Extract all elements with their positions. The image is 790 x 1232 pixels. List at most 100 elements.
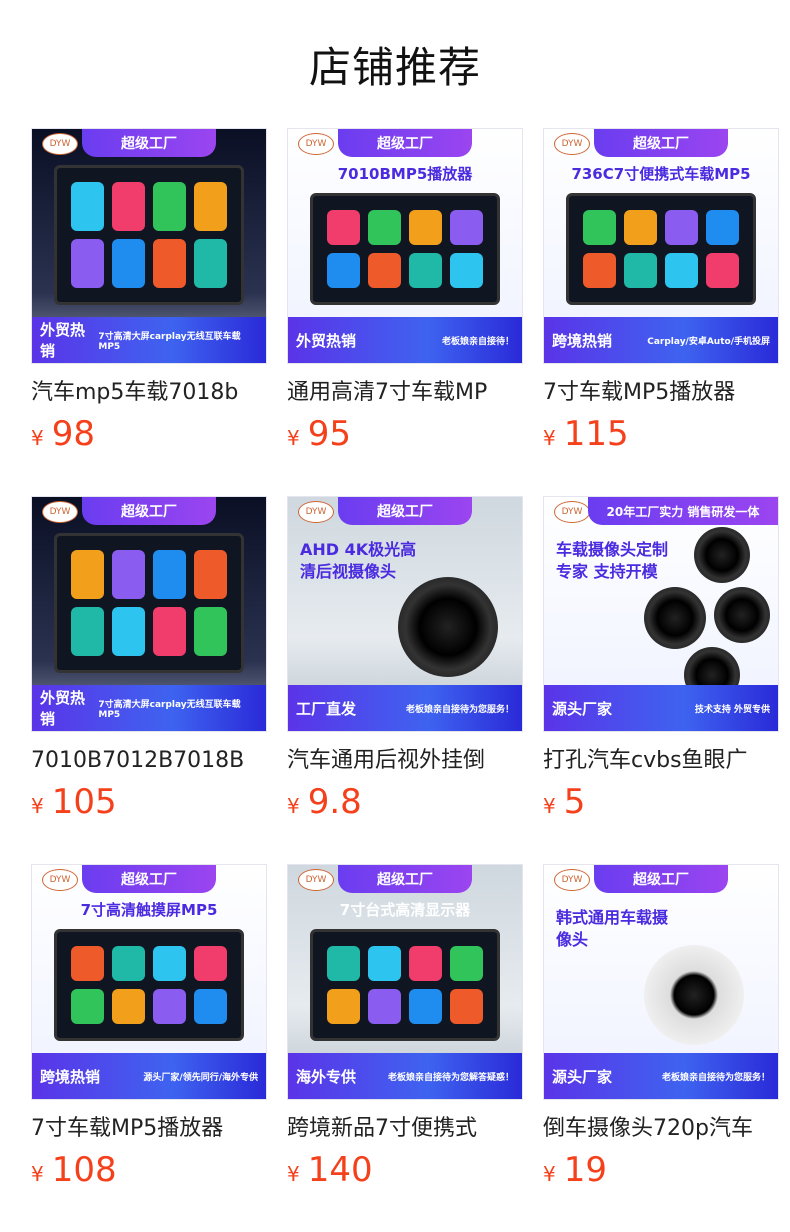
product-title[interactable]: 倒车摄像头720p汽车 <box>543 1114 779 1144</box>
promo-label: 跨境热销 <box>552 331 613 350</box>
product-card[interactable]: DYW 超级工厂 7寸台式高清显示器 海外专供 老板娘亲自接待为您解答疑惑！ 跨境新品7寸… <box>287 864 523 1232</box>
product-title[interactable]: 跨境新品7寸便携式 <box>287 1114 523 1144</box>
product-image[interactable]: DYW 超级工厂 7寸台式高清显示器 海外专供 老板娘亲自接待为您解答疑惑！ <box>287 864 523 1100</box>
factory-badge: 20年工厂实力 销售研发一体 <box>588 497 778 525</box>
app-tile-icon <box>194 989 227 1024</box>
app-tile-icon <box>409 946 442 981</box>
app-tile-icon <box>665 253 698 288</box>
product-title[interactable]: 通用高清7寸车载MP <box>287 378 523 408</box>
promo-tagline: 老板娘亲自接待为您服务！ <box>661 1072 770 1083</box>
product-image[interactable]: DYW 超级工厂 外贸热销 7寸高清大屏carplay无线互联车载MP5 <box>31 496 267 732</box>
app-tile-icon <box>706 253 739 288</box>
app-tile-icon <box>583 210 616 245</box>
product-title[interactable]: 汽车通用后视外挂倒 <box>287 746 523 776</box>
product-price: ¥108 <box>31 1150 267 1194</box>
factory-badge: 超级工厂 <box>338 865 472 893</box>
app-tile-icon <box>327 253 360 288</box>
product-image[interactable]: DYW 超级工厂 韩式通用车载摄像头 源头厂家 老板娘亲自接待为您服务！ <box>543 864 779 1100</box>
brand-logo: DYW <box>298 501 334 523</box>
product-card[interactable]: DYW 超级工厂 外贸热销 7寸高清大屏carplay无线互联车载MP5 汽车mp5车载… <box>31 128 267 496</box>
product-image[interactable]: DYW 超级工厂 7010BMP5播放器外贸热销 老板娘亲自接待！ <box>287 128 523 364</box>
brand-logo: DYW <box>42 869 78 891</box>
app-tile-icon <box>153 182 186 231</box>
device-screen-illustration <box>310 929 500 1041</box>
product-card[interactable]: DYW 超级工厂 AHD 4K极光高清后视摄像头 工厂直发 老板娘亲自接待为您服务！ 汽车… <box>287 496 523 864</box>
promo-banner: 跨境热销 源头厂家/领先同行/海外专供 <box>32 1053 266 1099</box>
price-value: 19 <box>563 1150 607 1190</box>
product-card[interactable]: DYW 超级工厂 外贸热销 7寸高清大屏carplay无线互联车载MP5 7010B70… <box>31 496 267 864</box>
product-headline: 车载摄像头定制专家 支持开模 <box>556 540 669 581</box>
app-tile-icon <box>409 989 442 1024</box>
price-value: 9.8 <box>307 782 362 822</box>
currency-symbol: ¥ <box>31 794 44 818</box>
app-tile-icon <box>112 989 145 1024</box>
price-value: 105 <box>51 782 117 822</box>
product-title[interactable]: 7010B7012B7018B <box>31 746 267 776</box>
product-headline: 7寸高清触摸屏MP5 <box>80 901 218 919</box>
factory-badge: 超级工厂 <box>82 865 216 893</box>
app-tile-icon <box>112 946 145 981</box>
promo-label: 外贸热销 <box>40 689 86 728</box>
promo-tagline: 7寸高清大屏carplay无线互联车载MP5 <box>98 699 241 720</box>
promo-tagline: 源头厂家/领先同行/海外专供 <box>143 1072 258 1083</box>
app-tile-icon <box>71 239 104 288</box>
product-image[interactable]: DYW 超级工厂 AHD 4K极光高清后视摄像头 工厂直发 老板娘亲自接待为您服务！ <box>287 496 523 732</box>
product-card[interactable]: DYW 超级工厂 736C7寸便携式车载MP5 跨境热销 Carplay/安卓Auto/… <box>543 128 779 496</box>
app-tile-icon <box>368 989 401 1024</box>
factory-badge: 超级工厂 <box>82 497 216 525</box>
product-image[interactable]: DYW 超级工厂 736C7寸便携式车载MP5 跨境热销 Carplay/安卓Auto/… <box>543 128 779 364</box>
product-headline: 7010BMP5播放器 <box>337 165 473 183</box>
device-screen-illustration <box>566 193 756 305</box>
brand-logo: DYW <box>298 869 334 891</box>
promo-tagline: Carplay/安卓Auto/手机投屏 <box>647 336 770 347</box>
app-tile-icon <box>71 550 104 599</box>
product-image[interactable]: DYW 超级工厂 外贸热销 7寸高清大屏carplay无线互联车载MP5 <box>31 128 267 364</box>
product-title[interactable]: 7寸车载MP5播放器 <box>543 378 779 408</box>
product-card[interactable]: DYW 超级工厂 7寸高清触摸屏MP5 跨境热销 源头厂家/领先同行/海外专供 7寸车载M… <box>31 864 267 1232</box>
brand-logo: DYW <box>42 133 78 155</box>
brand-logo: DYW <box>298 133 334 155</box>
brand-logo: DYW <box>554 869 590 891</box>
app-tile-icon <box>583 253 616 288</box>
price-value: 98 <box>51 414 95 454</box>
factory-badge: 超级工厂 <box>594 129 728 157</box>
product-title[interactable]: 打孔汽车cvbs鱼眼广 <box>543 746 779 776</box>
promo-banner: 外贸热销 老板娘亲自接待！ <box>288 317 522 363</box>
promo-banner: 源头厂家 老板娘亲自接待为您服务！ <box>544 1053 778 1099</box>
app-tile-icon <box>665 210 698 245</box>
product-card[interactable]: DYW 超级工厂 7010BMP5播放器外贸热销 老板娘亲自接待！ 通用高清7寸车载MP… <box>287 128 523 496</box>
app-tile-icon <box>112 607 145 656</box>
currency-symbol: ¥ <box>543 426 556 450</box>
product-title[interactable]: 7寸车载MP5播放器 <box>31 1114 267 1144</box>
device-screen-illustration <box>54 533 244 673</box>
app-tile-icon <box>450 253 483 288</box>
app-tile-icon <box>624 210 657 245</box>
promo-banner: 外贸热销 7寸高清大屏carplay无线互联车载MP5 <box>32 685 266 731</box>
product-card[interactable]: DYW 超级工厂 韩式通用车载摄像头 源头厂家 老板娘亲自接待为您服务！ 倒车摄像头720… <box>543 864 779 1232</box>
price-value: 140 <box>307 1150 373 1190</box>
app-tile-icon <box>71 946 104 981</box>
app-tile-icon <box>368 946 401 981</box>
app-tile-icon <box>194 182 227 231</box>
product-headline: 7寸台式高清显示器 <box>339 901 471 919</box>
app-tile-icon <box>409 253 442 288</box>
promo-label: 海外专供 <box>296 1067 357 1086</box>
promo-label: 源头厂家 <box>552 1067 613 1086</box>
product-headline: AHD 4K极光高清后视摄像头 <box>300 540 417 581</box>
product-image[interactable]: DYW 20年工厂实力 销售研发一体 车载摄像头定制专家 支持开模 源头厂家 技术支持 … <box>543 496 779 732</box>
promo-tagline: 老板娘亲自接待为您服务！ <box>405 704 514 715</box>
app-tile-icon <box>153 946 186 981</box>
page-header: 店铺推荐 <box>0 0 790 128</box>
product-card[interactable]: DYW 20年工厂实力 销售研发一体 车载摄像头定制专家 支持开模 源头厂家 技术支持 … <box>543 496 779 864</box>
app-tile-icon <box>194 550 227 599</box>
product-title[interactable]: 汽车mp5车载7018b <box>31 378 267 408</box>
camera-product-icon <box>644 587 706 649</box>
app-tile-icon <box>112 550 145 599</box>
currency-symbol: ¥ <box>543 1162 556 1186</box>
product-image[interactable]: DYW 超级工厂 7寸高清触摸屏MP5 跨境热销 源头厂家/领先同行/海外专供 <box>31 864 267 1100</box>
app-tile-icon <box>327 989 360 1024</box>
factory-badge: 超级工厂 <box>338 129 472 157</box>
product-price: ¥140 <box>287 1150 523 1194</box>
product-price: ¥19 <box>543 1150 779 1194</box>
currency-symbol: ¥ <box>287 426 300 450</box>
